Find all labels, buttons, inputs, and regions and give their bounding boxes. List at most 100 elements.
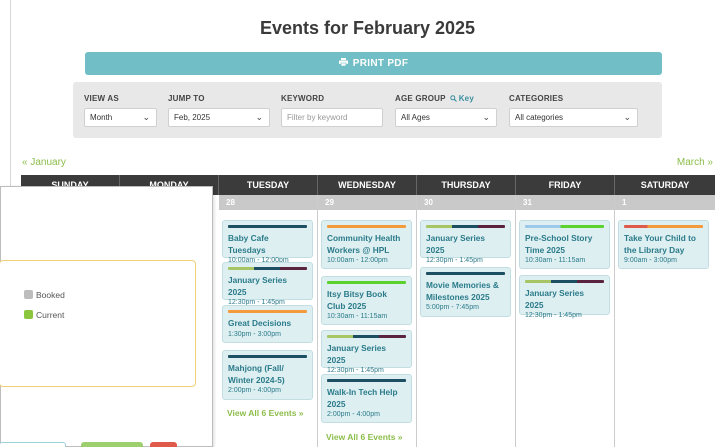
category-bar	[228, 267, 307, 270]
event-time: 2:00pm - 4:00pm	[228, 387, 281, 394]
event-time: 9:00am - 3:00pm	[624, 257, 677, 264]
legend-booked: Booked	[24, 290, 65, 300]
jump-to-filter: JUMP TO Feb, 2025 ⌄	[168, 94, 270, 127]
event-title: Pre-School Story Time 2025	[525, 233, 593, 255]
event-title: Community Health Workers @ HPL	[327, 233, 401, 255]
event-time: 2:00pm - 4:00pm	[327, 411, 380, 418]
legend-box: Booked Current	[0, 260, 196, 387]
event-time: 12:30pm - 1:45pm	[525, 312, 582, 319]
popup-red-button[interactable]	[150, 442, 177, 447]
event-card[interactable]: January Series 2025 12:30pm - 1:45pm	[321, 330, 412, 374]
event-card[interactable]: Itsy Bitsy Book Club 2025 10:30am - 11:1…	[321, 276, 412, 325]
keyword-label: KEYWORD	[281, 94, 325, 103]
event-title: January Series 2025	[426, 233, 486, 255]
category-bar	[327, 225, 406, 228]
legend-current-label: Current	[36, 310, 65, 320]
category-bar	[228, 355, 307, 358]
event-time: 1:30pm - 3:00pm	[228, 330, 281, 338]
print-pdf-label: PRINT PDF	[352, 58, 409, 69]
event-card[interactable]: January Series 2025 12:30pm - 1:45pm	[420, 220, 511, 264]
weekday-tuesday: TUESDAY	[219, 175, 318, 195]
popup-outline-button[interactable]	[0, 442, 66, 447]
event-card[interactable]: Community Health Workers @ HPL 10:00am -…	[321, 220, 412, 269]
view-as-filter: VIEW AS Month ⌄	[84, 94, 157, 127]
age-group-filter: AGE GROUP Key All Ages ⌄	[395, 94, 497, 127]
print-pdf-button[interactable]: PRINT PDF	[85, 52, 662, 75]
event-title: Baby Cafe Tuesdays	[228, 233, 269, 255]
event-card[interactable]: Baby Cafe Tuesdays 10:00am - 12:00pm	[222, 220, 313, 264]
chevron-down-icon: ⌄	[482, 112, 490, 122]
popup-panel: Booked Current	[0, 186, 213, 447]
chevron-down-icon: ⌄	[255, 112, 263, 122]
event-title: Take Your Child to the Library Day	[624, 233, 696, 255]
prev-month-link[interactable]: « January	[22, 157, 66, 168]
day-number: 29	[318, 195, 416, 210]
day-cell-friday: 31 Pre-School Story Time 2025 10:30am - …	[516, 195, 615, 447]
event-card[interactable]: Walk-In Tech Help 2025 2:00pm - 4:00pm	[321, 374, 412, 423]
view-all-events-link[interactable]: View All 6 Events »	[326, 432, 403, 442]
key-label: Key	[458, 94, 474, 103]
chevron-down-icon: ⌄	[142, 112, 150, 122]
category-bar	[327, 335, 406, 338]
category-bar	[228, 225, 307, 228]
age-group-select[interactable]: All Ages ⌄	[395, 108, 497, 127]
legend-current: Current	[24, 310, 64, 320]
chevron-down-icon: ⌄	[623, 112, 631, 122]
event-time: 10:30am - 11:15am	[525, 257, 586, 264]
day-number: 28	[219, 195, 317, 210]
event-title: January Series 2025	[525, 288, 585, 310]
view-all-events-link[interactable]: View All 6 Events »	[227, 408, 304, 418]
booked-swatch	[24, 290, 33, 299]
keyword-input[interactable]: Filter by keyword	[281, 108, 383, 127]
day-cell-tuesday: 28 Baby Cafe Tuesdays 10:00am - 12:00pm …	[219, 195, 318, 447]
event-card[interactable]: January Series 2025 12:30pm - 1:45pm	[222, 262, 313, 306]
event-title: Mahjong (Fall/ Winter 2024-5)	[228, 363, 285, 385]
event-title: Itsy Bitsy Book Club 2025	[327, 289, 387, 311]
event-title: Movie Memories & Milestones 2025	[426, 280, 499, 302]
age-group-value: All Ages	[401, 113, 430, 122]
event-card[interactable]: Great Decisions 1:30pm - 3:00pm	[222, 305, 313, 343]
age-group-label: AGE GROUP Key	[395, 94, 497, 106]
age-group-label-text: AGE GROUP	[395, 94, 446, 103]
event-title: Walk-In Tech Help 2025	[327, 387, 398, 409]
event-card[interactable]: January Series 2025 12:30pm - 1:45pm	[519, 275, 610, 319]
event-card[interactable]: Mahjong (Fall/ Winter 2024-5) 2:00pm - 4…	[222, 350, 313, 400]
day-number: 31	[516, 195, 614, 210]
popup-green-button[interactable]	[81, 442, 143, 447]
weekday-friday: FRIDAY	[516, 175, 615, 195]
event-title: January Series 2025	[228, 275, 288, 297]
category-bar	[228, 310, 307, 313]
keyword-filter: KEYWORD Filter by keyword	[281, 94, 383, 127]
categories-select[interactable]: All categories ⌄	[509, 108, 638, 127]
jump-to-label: JUMP TO	[168, 94, 205, 103]
day-cell-wednesday: 29 Community Health Workers @ HPL 10:00a…	[318, 195, 417, 447]
filter-bar: VIEW AS Month ⌄ JUMP TO Feb, 2025 ⌄ KEYWOR…	[73, 82, 662, 138]
jump-to-value: Feb, 2025	[174, 113, 211, 122]
next-month-link[interactable]: March »	[677, 157, 713, 168]
event-time: 12:30pm - 1:45pm	[426, 257, 483, 264]
current-swatch	[24, 310, 33, 319]
category-bar	[624, 225, 703, 228]
search-icon	[450, 95, 457, 102]
view-as-value: Month	[90, 113, 113, 122]
event-time: 10:30am - 11:15am	[327, 313, 388, 320]
categories-filter: CATEGORIES All categories ⌄	[509, 94, 638, 127]
event-time: 5:00pm - 7:45pm	[426, 304, 479, 311]
day-cell-thursday: 30 January Series 2025 12:30pm - 1:45pm …	[417, 195, 516, 447]
day-number: 30	[417, 195, 515, 210]
categories-value: All categories	[515, 113, 564, 122]
age-group-key-link[interactable]: Key	[450, 94, 474, 103]
event-title: January Series 2025	[327, 343, 387, 365]
legend-booked-label: Booked	[36, 290, 65, 300]
event-card[interactable]: Movie Memories & Milestones 2025 5:00pm …	[420, 267, 511, 317]
category-bar	[525, 225, 604, 228]
category-bar	[525, 280, 604, 283]
category-bar	[426, 225, 505, 228]
event-card[interactable]: Take Your Child to the Library Day 9:00a…	[618, 220, 709, 269]
jump-to-select[interactable]: Feb, 2025 ⌄	[168, 108, 270, 127]
weekday-thursday: THURSDAY	[417, 175, 516, 195]
day-cell-saturday: 1 Take Your Child to the Library Day 9:0…	[615, 195, 715, 447]
category-bar	[426, 272, 505, 275]
view-as-select[interactable]: Month ⌄	[84, 108, 157, 127]
event-card[interactable]: Pre-School Story Time 2025 10:30am - 11:…	[519, 220, 610, 269]
